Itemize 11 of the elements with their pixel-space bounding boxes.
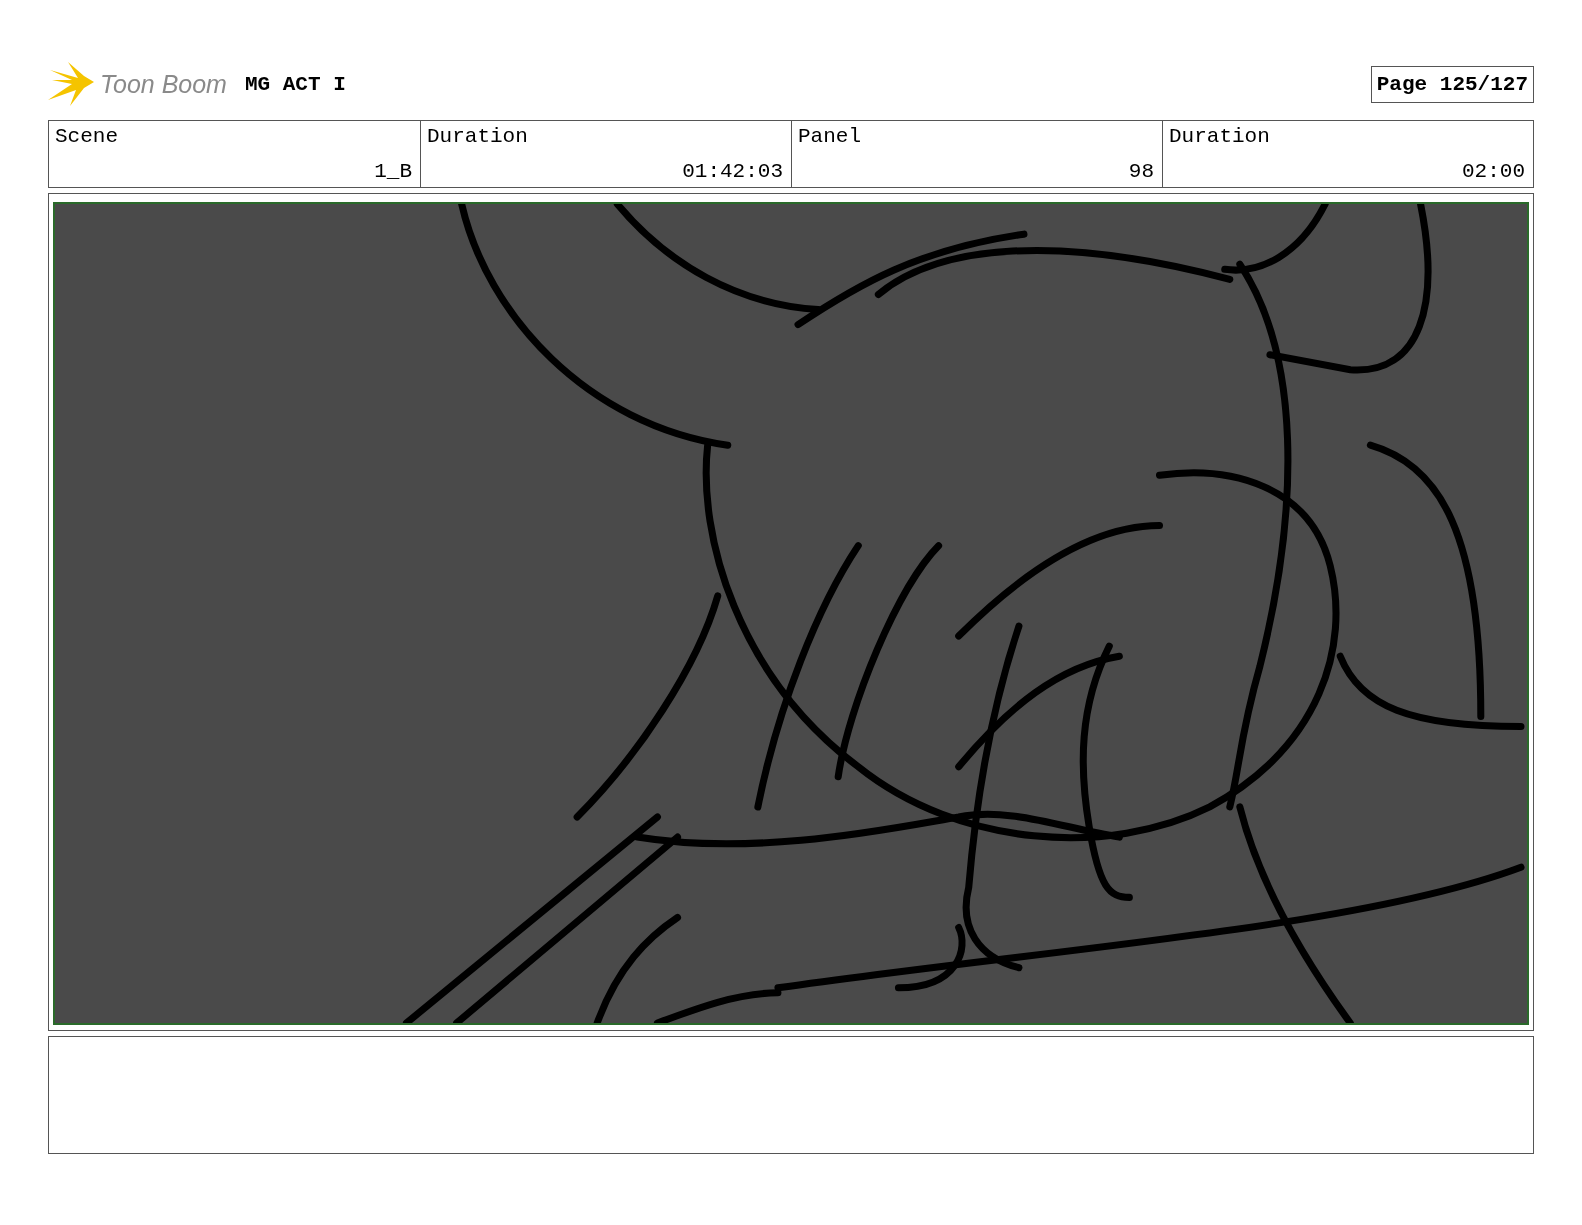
column-header: Scene — [55, 125, 119, 148]
column-header: Duration — [1169, 125, 1271, 148]
page-number: Page 125/127 — [1370, 65, 1534, 103]
logo-text: Toon Boom — [100, 69, 227, 99]
column-header: Duration — [427, 125, 529, 148]
table-cell: 98 — [1128, 160, 1154, 183]
table-cell: 01:42:03 — [682, 160, 783, 183]
storyboard-title: MG ACT I — [244, 72, 346, 96]
table-cell: 02:00 — [1462, 160, 1525, 183]
table-cell: 1_B — [374, 160, 412, 183]
column-header: Panel — [798, 125, 862, 148]
